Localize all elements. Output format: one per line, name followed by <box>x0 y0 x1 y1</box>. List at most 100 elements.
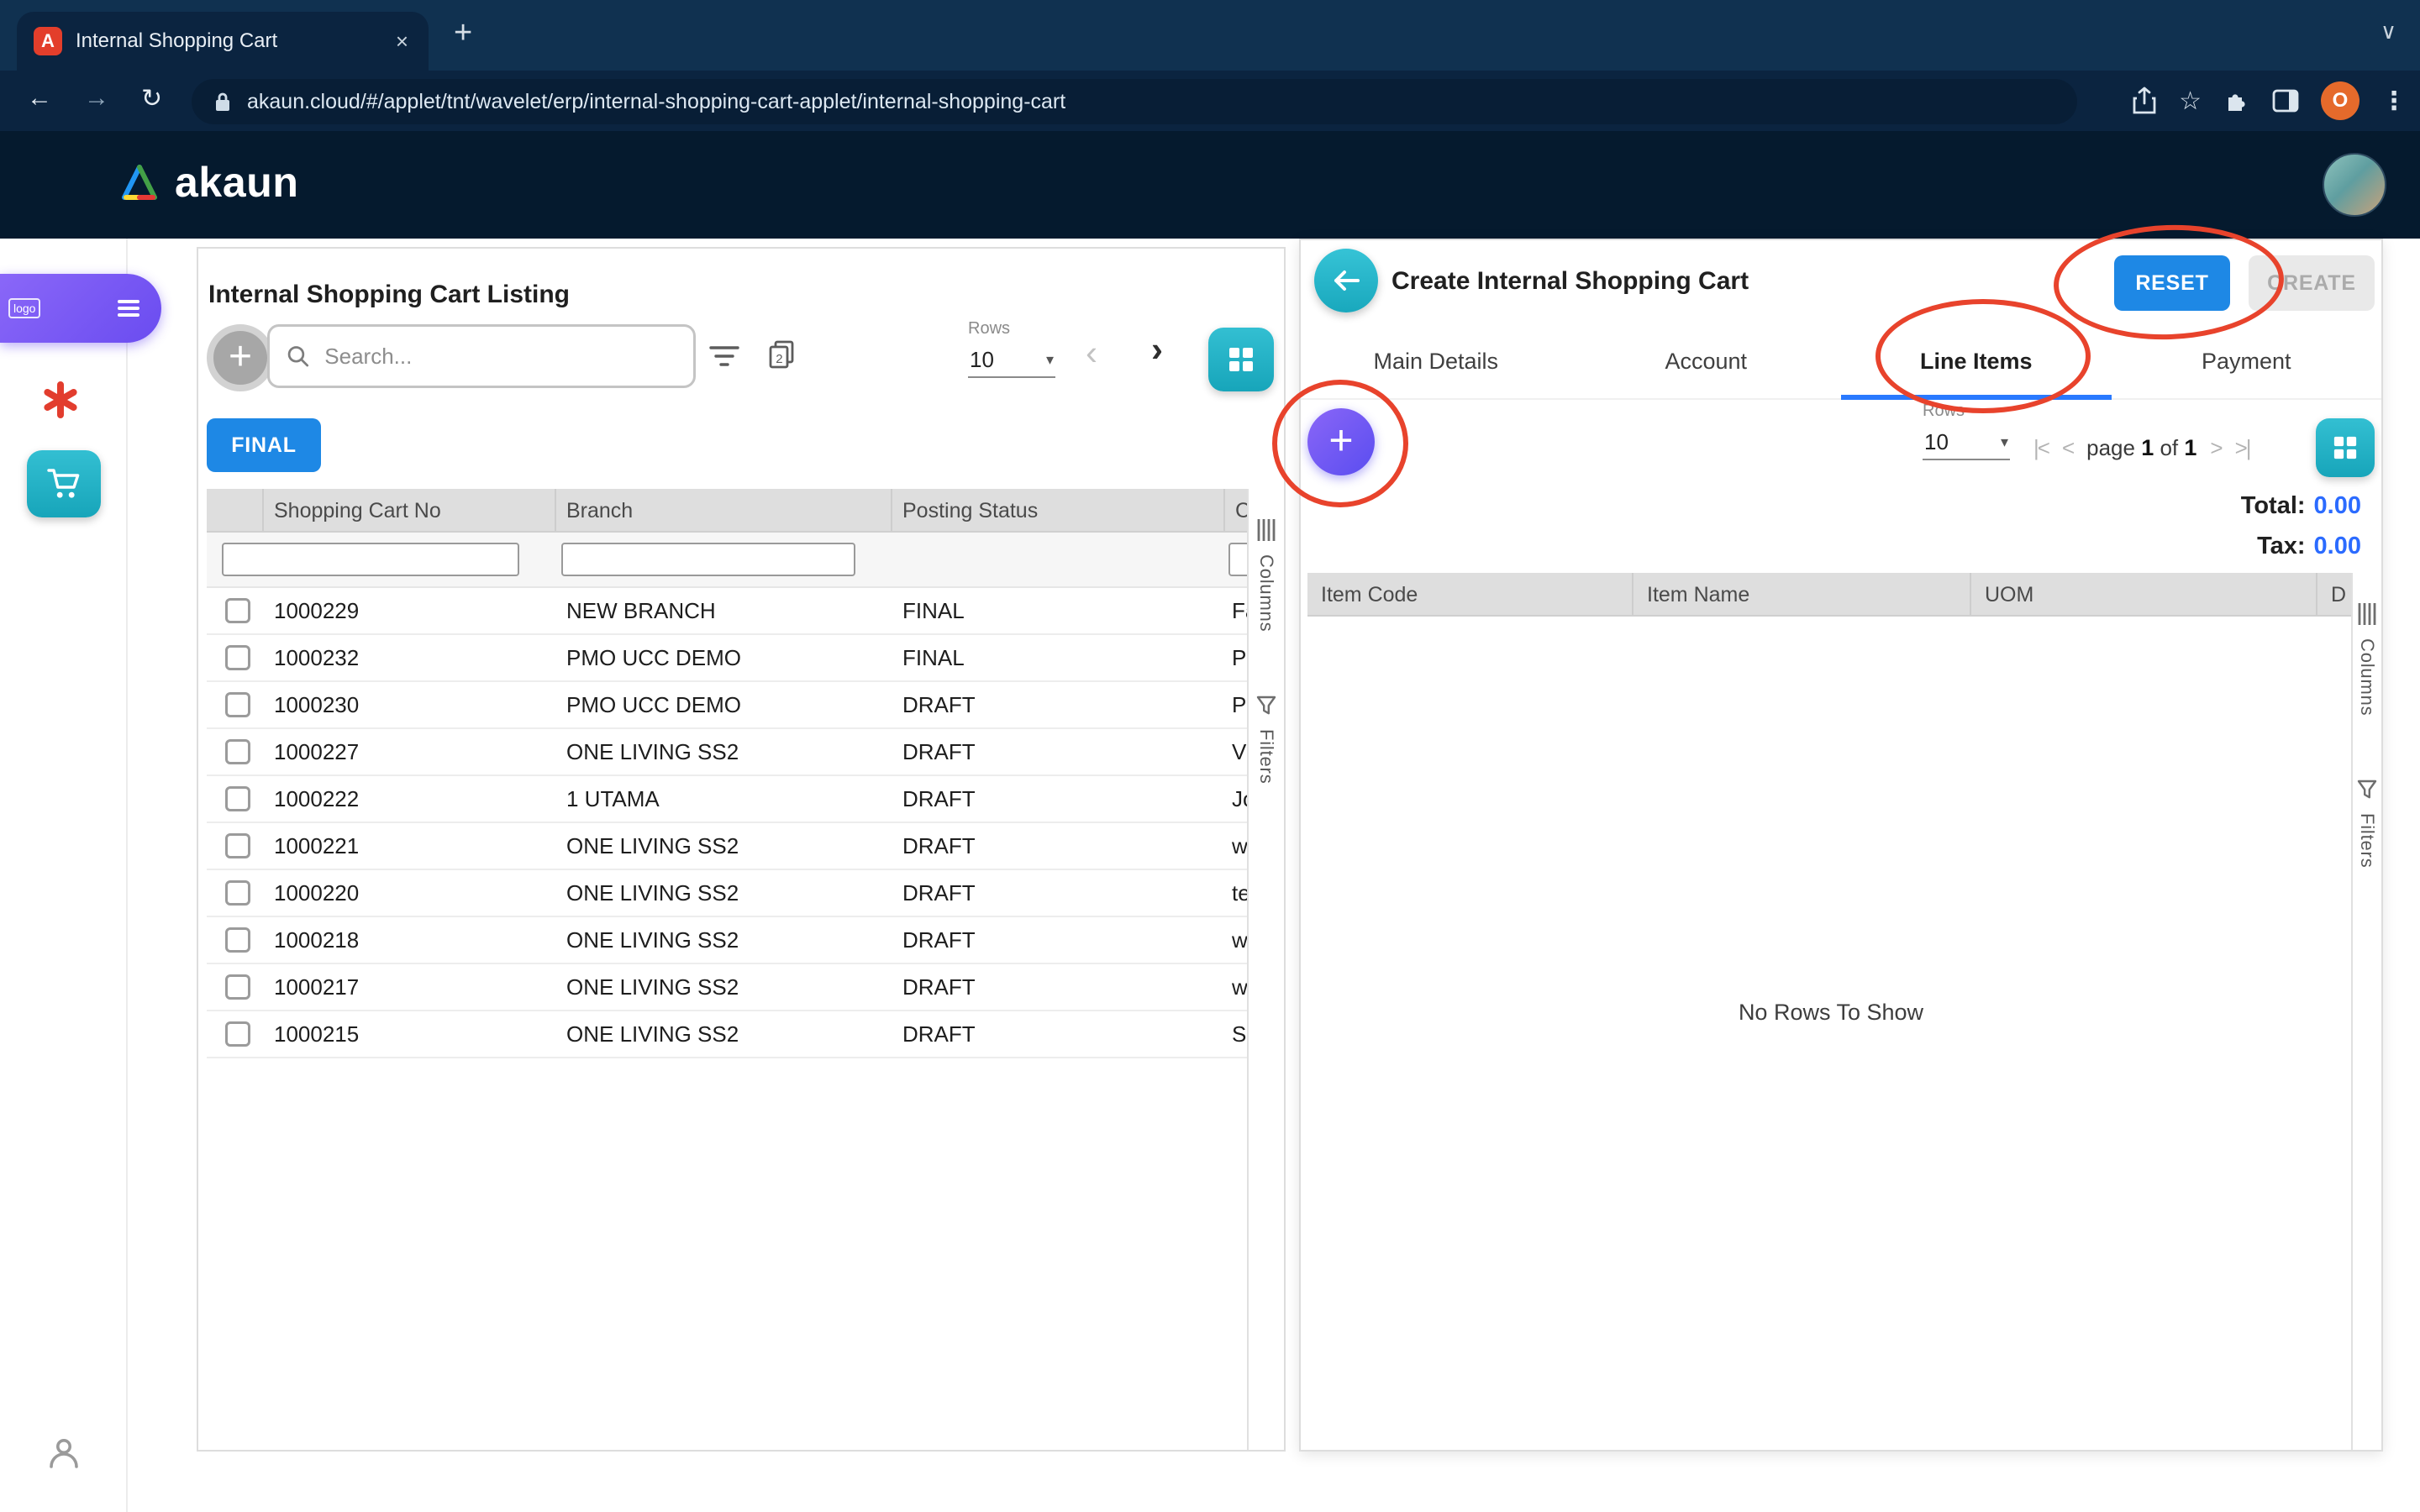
filter-input-cart-no[interactable] <box>222 543 519 576</box>
row-checkbox[interactable] <box>225 880 250 906</box>
search-box[interactable] <box>267 324 696 388</box>
table-row[interactable]: 1000220 ONE LIVING SS2 DRAFT te <box>207 870 1249 917</box>
tab-close-icon[interactable]: × <box>392 29 412 55</box>
back-button[interactable] <box>1314 249 1378 312</box>
create-button[interactable]: CREATE <box>2249 255 2375 311</box>
filters-funnel-icon[interactable] <box>1256 696 1276 716</box>
prev-page-icon[interactable]: ‹ <box>1086 333 1097 373</box>
akaun-logo-text: akaun <box>175 158 299 207</box>
sidebar-logo-pill[interactable]: logo <box>0 274 161 343</box>
cart-icon <box>45 467 82 501</box>
prev-page-icon[interactable]: < <box>2062 435 2073 461</box>
listing-side-strip: Columns Filters <box>1247 489 1284 1450</box>
rows-per-page[interactable]: Rows 10▾ <box>968 319 1062 378</box>
table-row[interactable]: 1000232 PMO UCC DEMO FINAL PN <box>207 635 1249 682</box>
cell-posting-status: DRAFT <box>892 786 1225 812</box>
tab-account[interactable]: Account <box>1571 324 1842 398</box>
final-filter-button[interactable]: FINAL <box>207 418 321 472</box>
filters-tab[interactable]: Filters <box>1255 729 1277 785</box>
table-row[interactable]: 1000218 ONE LIVING SS2 DRAFT wa <box>207 917 1249 964</box>
first-page-icon[interactable]: |< <box>2033 435 2049 461</box>
filters-tab[interactable]: Filters <box>2356 813 2378 869</box>
tax-value: 0.00 <box>2314 533 2361 559</box>
row-checkbox[interactable] <box>225 927 250 953</box>
tab-search-chevron-icon[interactable]: ∨ <box>2381 18 2396 45</box>
rows-label: Rows <box>1923 402 2017 421</box>
tab-line-items[interactable]: Line Items <box>1841 324 2112 398</box>
listing-title: Internal Shopping Cart Listing <box>208 281 570 309</box>
browser-tab[interactable]: A Internal Shopping Cart × <box>17 12 429 71</box>
filter-input-branch[interactable] <box>561 543 855 576</box>
extensions-puzzle-icon[interactable] <box>2223 87 2250 114</box>
rows-label: Rows <box>968 319 1062 339</box>
next-page-icon[interactable]: › <box>1151 329 1163 370</box>
grid-view-button[interactable] <box>2316 418 2375 477</box>
shopping-cart-app-button[interactable] <box>27 450 101 517</box>
rows-per-page[interactable]: Rows 10▾ <box>1923 402 2017 460</box>
table-row[interactable]: 1000222 1 UTAMA DRAFT Jo <box>207 776 1249 823</box>
header-extra: D <box>2317 573 2354 615</box>
add-line-item-button[interactable]: + <box>1307 408 1375 475</box>
cart-table: Shopping Cart No Branch Posting Status C… <box>207 489 1249 1058</box>
row-checkbox[interactable] <box>225 739 250 764</box>
search-input[interactable] <box>321 342 676 371</box>
table-row[interactable]: 1000227 ONE LIVING SS2 DRAFT VI <box>207 729 1249 776</box>
cell-branch: ONE LIVING SS2 <box>556 1021 892 1047</box>
tab-main-details[interactable]: Main Details <box>1301 324 1571 398</box>
bookmark-star-icon[interactable]: ☆ <box>2179 87 2202 116</box>
header-branch: Branch <box>556 489 892 531</box>
lock-icon <box>213 91 232 113</box>
side-panel-icon[interactable] <box>2272 89 2299 113</box>
cell-extra: te <box>1225 880 1249 906</box>
filters-funnel-icon[interactable] <box>2357 780 2377 800</box>
tab-title: Internal Shopping Cart <box>76 29 379 53</box>
row-checkbox[interactable] <box>225 974 250 1000</box>
table-row[interactable]: 1000215 ONE LIVING SS2 DRAFT SE <box>207 1011 1249 1058</box>
akaun-logo: akaun <box>118 158 299 207</box>
columns-grip-icon[interactable] <box>1257 519 1276 541</box>
share-icon[interactable] <box>2132 87 2157 115</box>
table-row[interactable]: 1000221 ONE LIVING SS2 DRAFT wa <box>207 823 1249 870</box>
tab-payment[interactable]: Payment <box>2112 324 2382 398</box>
browser-profile-avatar[interactable]: O <box>2321 81 2360 120</box>
filter-input-extra[interactable] <box>1228 543 1249 576</box>
cell-cart-no: 1000232 <box>264 645 556 671</box>
grid-view-button[interactable] <box>1208 328 1274 391</box>
next-page-icon[interactable]: > <box>2210 435 2221 461</box>
cell-cart-no: 1000221 <box>264 833 556 859</box>
cell-cart-no: 1000215 <box>264 1021 556 1047</box>
forward-icon[interactable]: → <box>84 84 109 113</box>
last-page-icon[interactable]: >| <box>2235 435 2250 461</box>
cell-extra: Jo <box>1225 786 1249 812</box>
cell-cart-no: 1000230 <box>264 692 556 718</box>
browser-menu-icon[interactable]: ⋮ <box>2381 87 2407 116</box>
menu-toggle-icon[interactable] <box>118 307 139 310</box>
row-checkbox[interactable] <box>225 598 250 623</box>
columns-grip-icon[interactable] <box>2358 603 2376 625</box>
filter-list-icon[interactable] <box>708 343 741 376</box>
filter-row <box>207 533 1249 588</box>
back-icon[interactable]: ← <box>27 84 52 113</box>
page: A Internal Shopping Cart × + ∨ ← → ↻ aka… <box>0 0 2420 1512</box>
duplicate-pages-icon[interactable]: 2 <box>766 339 797 376</box>
cell-extra: wa <box>1225 927 1249 953</box>
row-checkbox[interactable] <box>225 645 250 670</box>
row-checkbox[interactable] <box>225 833 250 858</box>
account-person-icon[interactable] <box>45 1435 82 1478</box>
cell-branch: ONE LIVING SS2 <box>556 833 892 859</box>
table-row[interactable]: 1000229 NEW BRANCH FINAL Fa <box>207 588 1249 635</box>
row-checkbox[interactable] <box>225 786 250 811</box>
columns-tab[interactable]: Columns <box>1255 554 1277 632</box>
table-row[interactable]: 1000217 ONE LIVING SS2 DRAFT wa <box>207 964 1249 1011</box>
add-cart-button[interactable]: + <box>207 324 274 391</box>
user-avatar[interactable] <box>2323 153 2386 217</box>
row-checkbox[interactable] <box>225 1021 250 1047</box>
columns-tab[interactable]: Columns <box>2356 638 2378 716</box>
reset-button[interactable]: RESET <box>2114 255 2230 311</box>
url-bar[interactable]: akaun.cloud/#/applet/tnt/wavelet/erp/int… <box>192 79 2077 124</box>
row-checkbox[interactable] <box>225 692 250 717</box>
reload-icon[interactable]: ↻ <box>141 84 162 113</box>
new-tab-button[interactable]: + <box>454 15 472 51</box>
red-app-icon[interactable] <box>40 380 81 427</box>
table-row[interactable]: 1000230 PMO UCC DEMO DRAFT PN <box>207 682 1249 729</box>
